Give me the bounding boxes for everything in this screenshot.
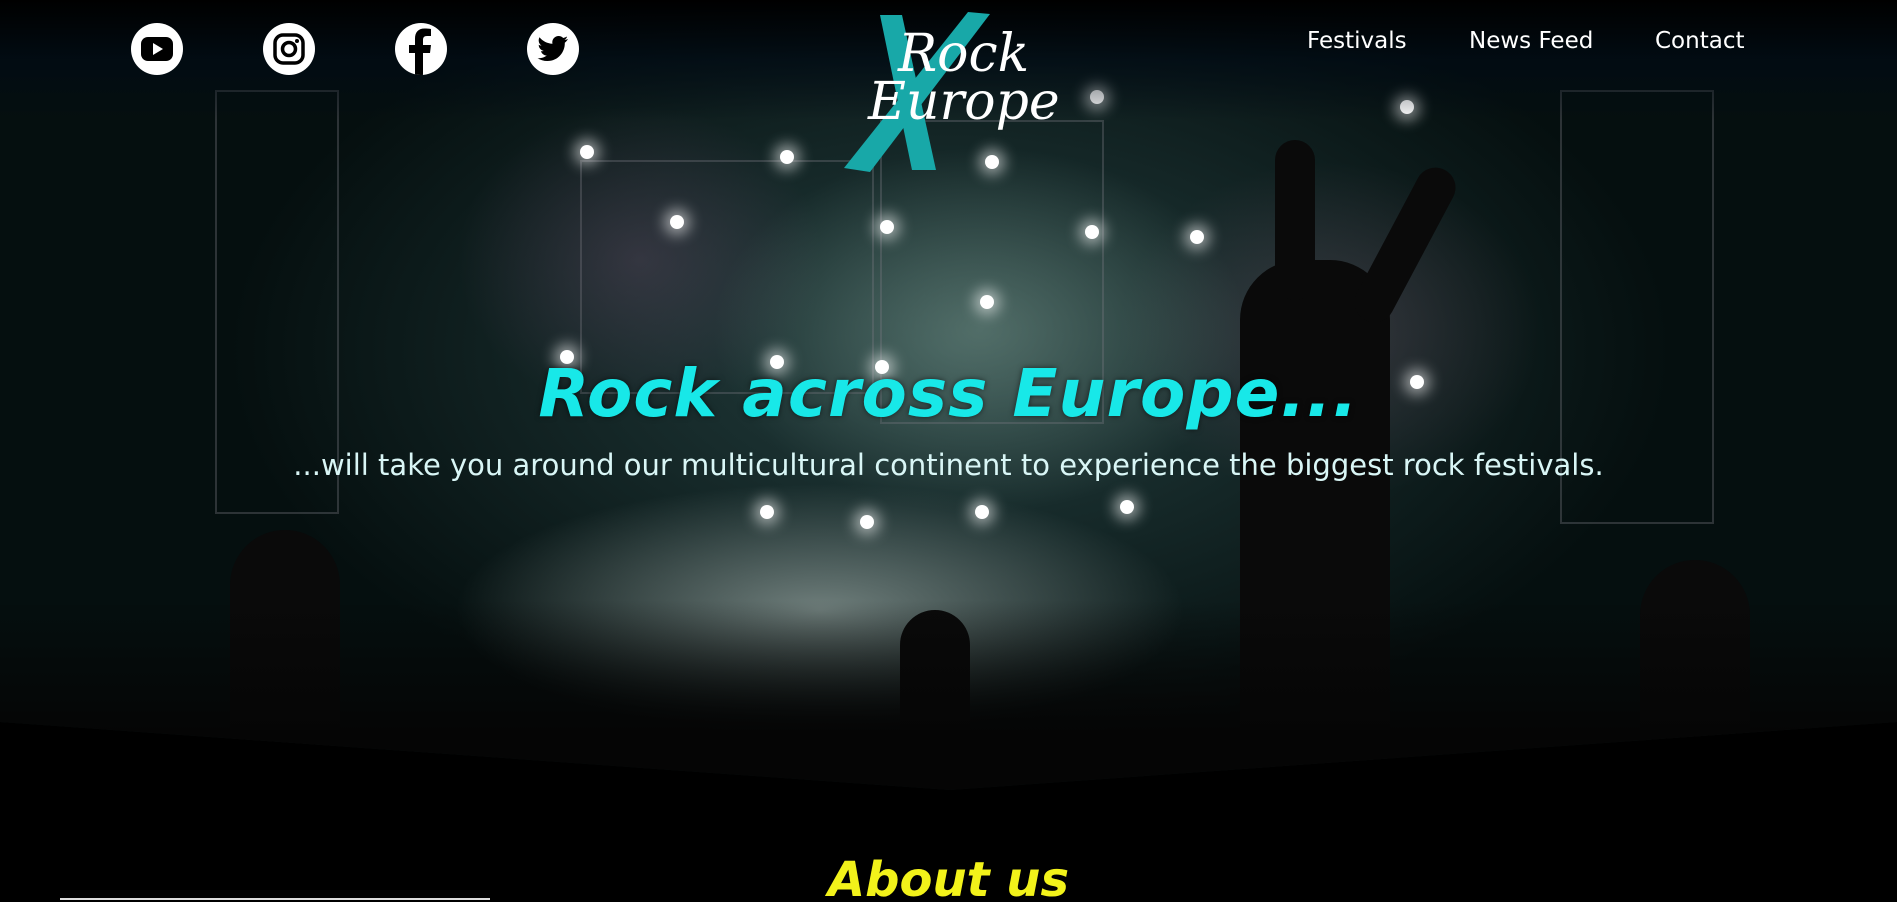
nav-contact[interactable]: Contact [1655,28,1744,54]
youtube-link[interactable] [131,23,183,75]
hero-title: Rock across Europe... [538,355,1359,432]
rock-europe-logo[interactable]: Rock Europe [840,10,1060,175]
raised-hand-silhouette [1347,160,1463,330]
facebook-icon [409,28,431,75]
crowd-silhouette [0,600,1897,790]
stage-light [760,505,774,519]
stage-light [880,220,894,234]
page: Rock Europe Festivals News Feed Contact … [0,0,1897,902]
instagram-icon [273,33,305,65]
nav-news-feed[interactable]: News Feed [1469,28,1593,54]
youtube-icon [141,37,173,61]
stage-light [975,505,989,519]
about-us-heading: About us [827,852,1070,902]
stage-light [980,295,994,309]
twitter-link[interactable] [527,23,579,75]
stage-light [780,150,794,164]
stage-light [580,145,594,159]
stage-light [1085,225,1099,239]
hero-subtitle: ...will take you around our multicultura… [293,448,1604,482]
facebook-link[interactable] [395,23,447,75]
instagram-link[interactable] [263,23,315,75]
nav-festivals[interactable]: Festivals [1307,28,1407,54]
stage-light [1120,500,1134,514]
logo-text-europe: Europe [868,72,1060,132]
stage-light [670,215,684,229]
stage-light [1190,230,1204,244]
twitter-icon [537,36,568,61]
stage-light [860,515,874,529]
raised-hand-silhouette [1275,140,1315,300]
